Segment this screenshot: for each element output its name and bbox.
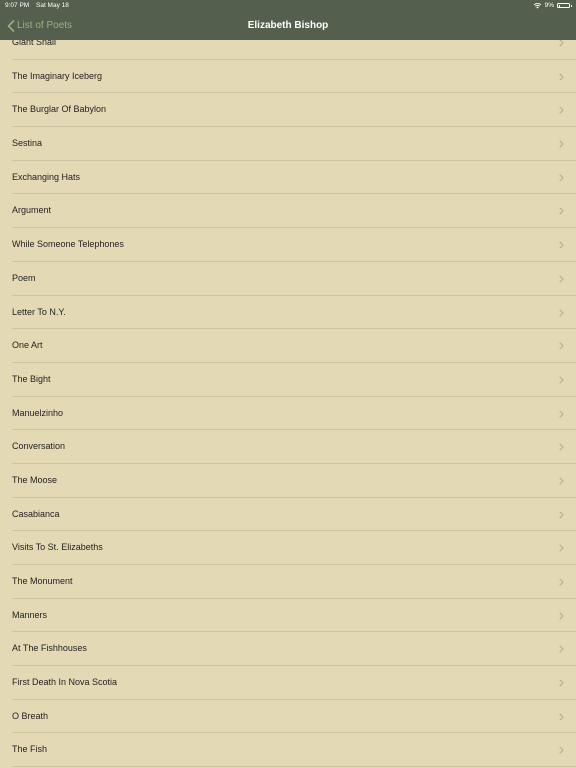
poem-list: Giant Snail The Imaginary Iceberg The Burg…	[0, 26, 576, 768]
chevron-right-icon	[559, 241, 564, 249]
list-item-label: Conversation	[12, 441, 66, 452]
list-item-label: The Fish	[12, 744, 48, 755]
list-item[interactable]: Argument	[12, 194, 576, 229]
list-item[interactable]: Manuelzinho	[12, 397, 576, 431]
list-item[interactable]: Conversation	[12, 430, 576, 464]
list-item-label: Visits To St. Elizabeths	[12, 542, 103, 553]
page-title: Elizabeth Bishop	[247, 20, 329, 31]
chevron-right-icon	[559, 308, 564, 317]
chevron-right-icon	[559, 140, 564, 148]
back-button[interactable]: List of Poets	[7, 11, 72, 40]
status-bar: 9:07 PM Sat May 18 9%	[0, 0, 576, 11]
list-item[interactable]: The Fish	[12, 733, 576, 768]
list-item[interactable]: First Death In Nova Scotia	[12, 666, 576, 700]
battery-icon	[557, 3, 572, 8]
list-item[interactable]: Poem	[12, 262, 576, 296]
list-item[interactable]: The Bight	[12, 363, 576, 397]
list-item-label: The Bight	[12, 373, 51, 384]
list-item[interactable]: The Burglar Of Babylon	[12, 93, 576, 128]
screen: 9:07 PM Sat May 18 9% List of Poets Eliz…	[0, 0, 576, 768]
list-item-label: First Death In Nova Scotia	[12, 677, 118, 688]
chevron-right-icon	[559, 443, 564, 451]
status-date: Sat May 18	[36, 2, 69, 9]
chevron-right-icon	[559, 544, 564, 552]
chevron-right-icon	[559, 410, 564, 418]
list-item-label: Poem	[12, 272, 36, 283]
chevron-right-icon	[559, 275, 564, 283]
chevron-right-icon	[559, 612, 564, 620]
chevron-right-icon	[559, 477, 564, 485]
list-item[interactable]: Manners	[12, 599, 576, 633]
chevron-left-icon	[7, 19, 15, 32]
list-item[interactable]: The Imaginary Iceberg	[12, 60, 576, 94]
chevron-right-icon	[559, 713, 564, 721]
chevron-right-icon	[559, 679, 564, 687]
chevron-right-icon	[559, 511, 564, 519]
list-item-label: The Moose	[12, 474, 58, 485]
list-item[interactable]: O Breath	[12, 700, 576, 734]
chevron-right-icon	[559, 106, 564, 114]
chevron-right-icon	[559, 342, 564, 350]
list-item-label: The Burglar Of Babylon	[12, 104, 107, 115]
list-item-label: Argument	[12, 205, 52, 216]
wifi-icon	[533, 3, 541, 9]
list-item-label: At The Fishhouses	[12, 643, 87, 654]
list-item-label: The Imaginary Iceberg	[12, 70, 103, 81]
list-item[interactable]: Sestina	[12, 127, 576, 161]
list-item-label: The Monument	[12, 576, 73, 586]
status-indicators: 9%	[533, 0, 572, 11]
status-time: 9:07 PM	[5, 2, 30, 9]
list-item[interactable]: Visits To St. Elizabeths	[12, 531, 576, 565]
chevron-right-icon	[559, 174, 564, 182]
list-item-label: Exchanging Hats	[12, 171, 81, 182]
chevron-right-icon	[559, 578, 564, 586]
list-item[interactable]: One Art	[12, 329, 576, 363]
list-item[interactable]: The Monument	[12, 565, 576, 599]
list-item[interactable]: Casabianca	[12, 498, 576, 532]
navigation-bar: List of Poets Elizabeth Bishop	[0, 11, 576, 40]
list-item-label: Sestina	[12, 138, 43, 149]
chevron-right-icon	[559, 376, 564, 384]
back-button-label: List of Poets	[17, 20, 73, 31]
list-item-label: Casabianca	[12, 508, 60, 519]
list-item[interactable]: The Moose	[12, 464, 576, 498]
chevron-right-icon	[559, 207, 564, 215]
list-item-label: While Someone Telephones	[12, 239, 124, 250]
list-item-label: Manuelzinho	[12, 407, 64, 418]
list-item[interactable]: At The Fishhouses	[12, 632, 576, 667]
chevron-right-icon	[559, 73, 564, 81]
list-item-label: One Art	[12, 340, 43, 351]
battery-percent: 9%	[544, 2, 554, 9]
chevron-right-icon	[559, 645, 564, 653]
list-item-label: O Breath	[12, 710, 49, 721]
list-item[interactable]: While Someone Telephones	[12, 228, 576, 262]
list-item-label: Letter To N.Y.	[12, 306, 66, 317]
chevron-right-icon	[559, 746, 564, 754]
list-item[interactable]: Letter To N.Y.	[12, 296, 576, 330]
chevron-right-icon	[559, 39, 564, 47]
list-item-label: Manners	[12, 609, 48, 620]
list-item[interactable]: Exchanging Hats	[12, 161, 576, 195]
